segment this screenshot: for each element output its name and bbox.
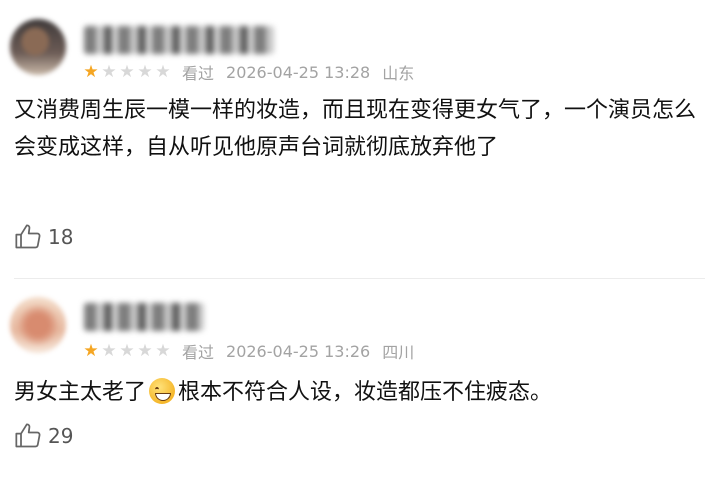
thumbs-up-icon [15,224,41,249]
username-blurred[interactable] [84,303,204,331]
like-count: 18 [48,225,74,249]
review-location: 山东 [382,64,415,83]
review-datetime: 2026-04-25 13:28 [226,62,371,82]
review-card: ★ ★ ★ ★ ★ 看过 2026-04-25 13:26 四川 男女主太老了 根… [0,279,719,484]
star-icon: ★ [83,341,99,361]
star-icon: ★ [137,341,153,361]
watch-status: 看过 [182,64,215,83]
star-icon: ★ [119,62,135,82]
review-datetime: 2026-04-25 13:26 [226,341,371,361]
star-icon: ★ [119,341,135,361]
watch-status: 看过 [182,343,215,362]
avatar[interactable] [10,19,66,75]
review-text: 男女主太老了 根本不符合人设，妆造都压不住疲态。 [14,374,705,411]
sweat-smile-emoji-icon [149,378,176,404]
star-icon: ★ [137,62,153,82]
review-text-part: 男女主太老了 [14,380,147,405]
star-icon: ★ [101,62,117,82]
star-icon: ★ [155,341,171,361]
review-meta: ★ ★ ★ ★ ★ 看过 2026-04-25 13:26 四川 [82,341,415,363]
avatar[interactable] [10,297,66,353]
star-icon: ★ [83,62,99,82]
review-text-part: 根本不符合人设，妆造都压不住疲态。 [178,380,553,405]
star-rating: ★ ★ ★ ★ ★ [82,342,172,360]
like-button[interactable]: 18 [14,222,73,252]
thumbs-up-icon [15,423,41,448]
star-icon: ★ [101,341,117,361]
like-count: 29 [48,424,74,448]
star-icon: ★ [155,62,171,82]
review-card: ★ ★ ★ ★ ★ 看过 2026-04-25 13:28 山东 又消费周生辰一… [0,0,719,278]
review-location: 四川 [382,343,415,362]
review-meta: ★ ★ ★ ★ ★ 看过 2026-04-25 13:28 山东 [82,62,415,84]
username-blurred[interactable] [84,26,274,54]
review-text: 又消费周生辰一模一样的妆造，而且现在变得更女气了，一个演员怎么会变成这样，自从听… [14,98,697,160]
star-rating: ★ ★ ★ ★ ★ [82,63,172,81]
like-button[interactable]: 29 [14,421,73,451]
